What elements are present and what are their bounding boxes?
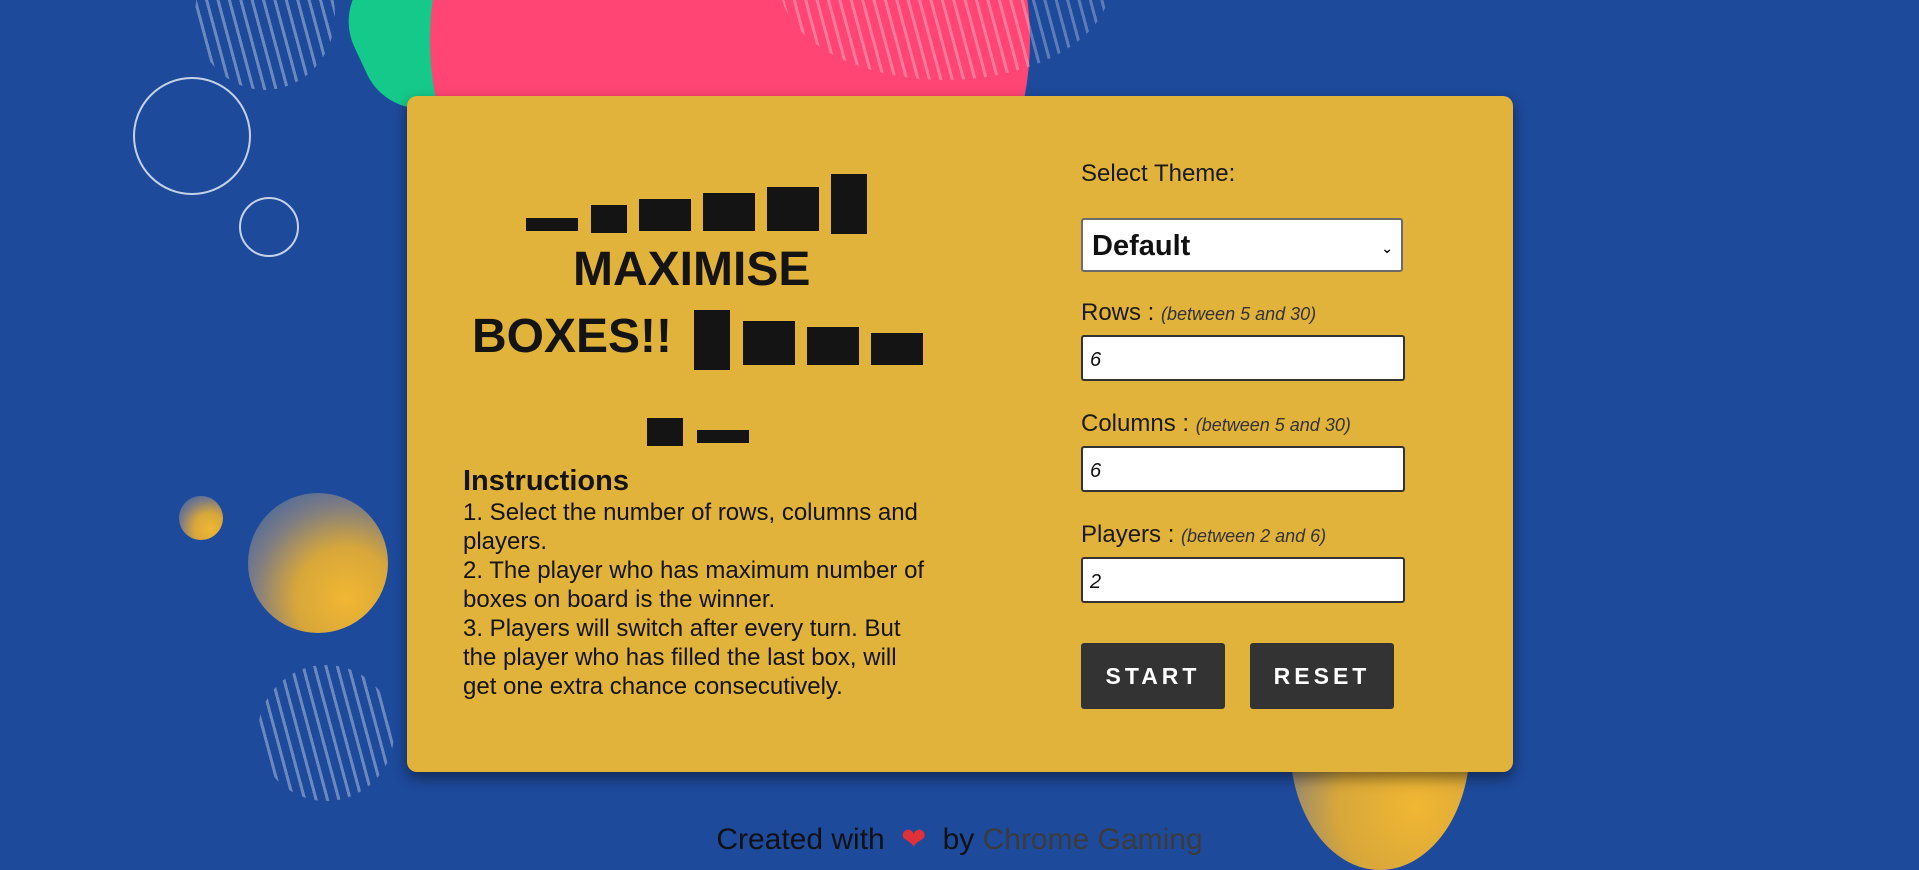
theme-select-value: Default	[1092, 230, 1191, 262]
ball-decoration	[248, 493, 388, 633]
game-title-line1: MAXIMISE	[573, 243, 811, 296]
hatched-circle-decoration-bottom	[258, 665, 394, 801]
logo-box	[639, 199, 691, 231]
brand-link[interactable]: Chrome Gaming	[983, 823, 1203, 856]
logo-box	[767, 187, 819, 231]
players-input[interactable]: 2	[1081, 557, 1405, 603]
instruction-step-2: 2. The player who has maximum number of …	[463, 557, 925, 613]
instructions-heading: Instructions	[463, 465, 629, 497]
logo-box	[831, 174, 867, 234]
instruction-step-1: 1. Select the number of rows, columns an…	[463, 499, 918, 555]
ring-decoration-small	[239, 197, 299, 257]
players-label: Players : (between 2 and 6)	[1081, 521, 1326, 549]
logo-box	[807, 327, 859, 365]
columns-hint: (between 5 and 30)	[1195, 415, 1351, 435]
start-button[interactable]: START	[1081, 643, 1225, 709]
logo-box	[526, 218, 578, 231]
rows-label: Rows : (between 5 and 30)	[1081, 299, 1316, 327]
logo-box	[647, 418, 683, 446]
footer: Created with ❤ by Chrome Gaming	[0, 822, 1919, 857]
footer-by: by	[942, 823, 975, 856]
columns-input[interactable]: 6	[1081, 446, 1405, 492]
logo-box	[871, 333, 923, 365]
rows-hint: (between 5 and 30)	[1161, 304, 1317, 324]
heart-icon: ❤	[901, 823, 927, 856]
instruction-step-3: 3. Players will switch after every turn.…	[463, 615, 901, 700]
players-label-text: Players :	[1081, 521, 1175, 548]
theme-select[interactable]: Default ⌄	[1081, 218, 1403, 272]
instructions-panel: Instructions 1. Select the number of row…	[463, 464, 933, 701]
players-hint: (between 2 and 6)	[1181, 526, 1327, 546]
hatched-circle-decoration	[195, 0, 335, 90]
logo-box	[703, 193, 755, 231]
logo-box	[591, 205, 627, 233]
footer-created-with: Created with	[716, 823, 885, 856]
rows-input[interactable]: 6	[1081, 335, 1405, 381]
logo-box	[694, 310, 730, 370]
game-setup-card: MAXIMISE BOXES!! Instructions 1. Select …	[407, 96, 1513, 772]
ring-decoration-large	[133, 77, 251, 195]
small-ball-decoration	[179, 496, 223, 540]
logo-box	[697, 430, 749, 443]
rows-label-text: Rows :	[1081, 299, 1155, 326]
columns-label-text: Columns :	[1081, 410, 1190, 437]
game-title-line2: BOXES!!	[472, 310, 673, 363]
columns-label: Columns : (between 5 and 30)	[1081, 410, 1351, 438]
theme-label: Select Theme:	[1081, 160, 1236, 187]
chevron-down-icon: ⌄	[1381, 240, 1393, 256]
reset-button[interactable]: RESET	[1250, 643, 1394, 709]
logo-box	[743, 321, 795, 365]
